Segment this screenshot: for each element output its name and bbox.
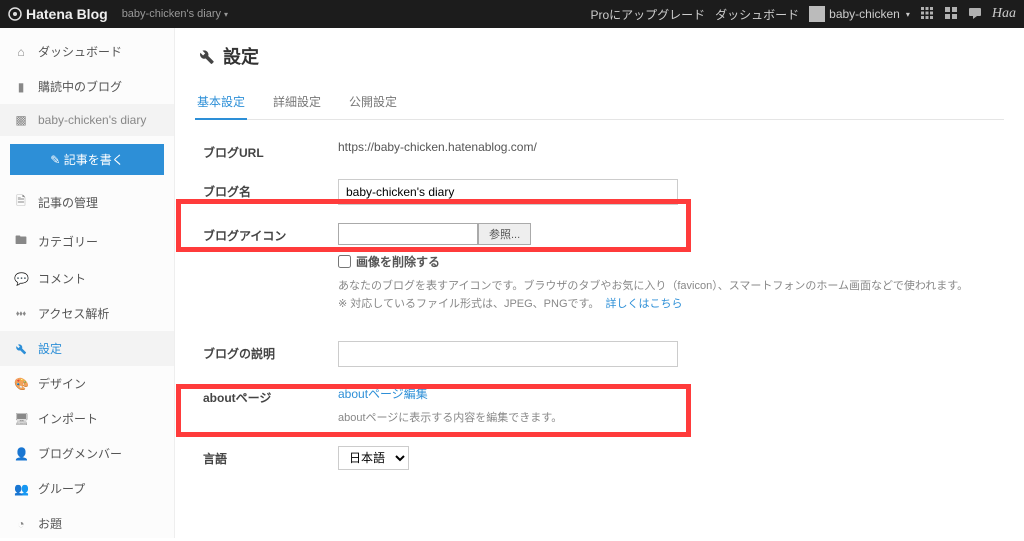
browse-button[interactable]: 参照... [478,223,531,245]
hatena-logo[interactable]: Hatena Blog [8,6,108,22]
sidebar-label: コメント [38,270,86,287]
sidebar-label: baby-chicken's diary [38,113,146,127]
sidebar-label: 購読中のブログ [38,78,122,95]
sidebar-label: インポート [38,410,98,427]
label-blog-url: ブログURL [203,140,338,161]
dashboard-link[interactable]: ダッシュボード [715,6,799,23]
sidebar-item-current-blog[interactable]: ▩ baby-chicken's diary [0,104,174,136]
sidebar-label: グループ [38,480,85,497]
sidebar-item-manage[interactable]: 🗎 記事の管理 [0,183,174,222]
row-about: aboutページ aboutページ編集 aboutページに表示する内容を編集でき… [203,385,1004,428]
grid-icon[interactable] [920,6,934,23]
member-icon: 👤 [14,447,28,461]
settings-tabs: 基本設定 詳細設定 公開設定 [195,87,1004,120]
sidebar-item-group[interactable]: 👥 グループ [0,471,174,506]
bookmark-icon: ▮ [14,80,28,94]
user-menu[interactable]: baby-chicken [809,6,910,22]
apps-icon[interactable] [944,6,958,23]
sidebar-label: 記事の管理 [38,194,98,211]
group-icon: 👥 [14,482,28,496]
sidebar-item-import[interactable]: 🖥 インポート [0,401,174,436]
wrench-icon [14,342,28,355]
sidebar: ⌂ダッシュボード ▮購読中のブログ ▩baby-chicken's diary … [0,28,175,538]
main-content: 設定 基本設定 詳細設定 公開設定 ブログURL https://baby-ch… [175,28,1024,538]
upgrade-link[interactable]: Proにアップグレード [590,6,705,23]
blog-selector[interactable]: baby-chicken's diary [122,8,228,20]
language-select[interactable]: 日本語 [338,446,409,470]
sidebar-item-odai[interactable]: ◔ お題 [0,506,174,541]
delete-image-checkbox-input[interactable] [338,255,351,268]
row-blog-description: ブログの説明 [203,341,1004,367]
page-title-text: 設定 [223,43,259,69]
label-blog-description: ブログの説明 [203,341,338,362]
sidebar-item-subscriptions[interactable]: ▮ 購読中のブログ [0,69,174,104]
logo-text: Hatena Blog [26,6,108,22]
about-description: aboutページに表示する内容を編集できます。 [338,410,1004,428]
chart-icon: ⬪⬪⬪ [14,306,28,321]
icon-path-field[interactable] [338,223,478,245]
row-language: 言語 日本語 [203,446,1004,470]
sidebar-item-design[interactable]: 🎨 デザイン [0,366,174,401]
about-edit-link[interactable]: aboutページ編集 [338,387,428,401]
row-blog-url: ブログURL https://baby-chicken.hatenablog.c… [203,140,1004,161]
blog-description-input[interactable] [338,341,678,367]
label-about: aboutページ [203,385,338,406]
write-post-button[interactable]: 記事を書く [10,144,164,175]
sidebar-item-settings[interactable]: 設定 [0,331,174,366]
odai-icon: ◔ [14,517,28,531]
home-icon: ⌂ [14,45,28,59]
sidebar-label: お題 [38,515,62,532]
wrench-icon [197,47,215,65]
palette-icon: 🎨 [14,377,28,391]
tab-detail[interactable]: 詳細設定 [271,87,323,119]
chat-icon[interactable] [968,6,982,23]
blog-name-input[interactable] [338,179,678,205]
sidebar-label: 設定 [38,340,62,357]
username-label: baby-chicken [829,7,900,21]
sidebar-item-dashboard[interactable]: ⌂ ダッシュボード [0,34,174,69]
row-blog-icon: ブログアイコン 参照... 画像を削除する あなたのブログを表すアイコンです。ブ… [203,223,1004,313]
import-icon: 🖥 [14,412,28,426]
sidebar-label: カテゴリー [38,233,98,250]
tab-publish[interactable]: 公開設定 [347,87,399,119]
sidebar-item-comment[interactable]: 💬 コメント [0,261,174,296]
delete-image-label: 画像を削除する [356,253,440,270]
value-blog-url: https://baby-chicken.hatenablog.com/ [338,140,1004,154]
sidebar-item-members[interactable]: 👤 ブログメンバー [0,436,174,471]
label-language: 言語 [203,446,338,467]
sidebar-label: アクセス解析 [38,305,109,322]
row-blog-name: ブログ名 [203,179,1004,205]
sidebar-item-category[interactable]: 🖿 カテゴリー [0,222,174,261]
tab-basic[interactable]: 基本設定 [195,87,247,120]
document-icon: 🗎 [14,192,28,213]
label-blog-icon: ブログアイコン [203,223,338,244]
folder-icon: 🖿 [14,231,28,252]
page-title: 設定 [197,43,1004,69]
brand-suffix: Haa [992,6,1016,22]
icon-detail-link[interactable]: 詳しくはこちら [606,298,683,310]
label-blog-name: ブログ名 [203,179,338,200]
settings-form: ブログURL https://baby-chicken.hatenablog.c… [195,136,1004,470]
comment-icon: 💬 [14,272,28,286]
delete-image-checkbox[interactable]: 画像を削除する [338,253,1004,270]
icon-description: あなたのブログを表すアイコンです。ブラウザのタブやお気に入り（favicon）、… [338,278,1004,313]
sidebar-label: ブログメンバー [38,445,122,462]
blog-icon: ▩ [14,113,28,127]
sidebar-item-analytics[interactable]: ⬪⬪⬪ アクセス解析 [0,296,174,331]
avatar-icon [809,6,825,22]
sidebar-label: ダッシュボード [38,43,122,60]
topbar: Hatena Blog baby-chicken's diary Proにアップ… [0,0,1024,28]
sidebar-label: デザイン [38,375,86,392]
